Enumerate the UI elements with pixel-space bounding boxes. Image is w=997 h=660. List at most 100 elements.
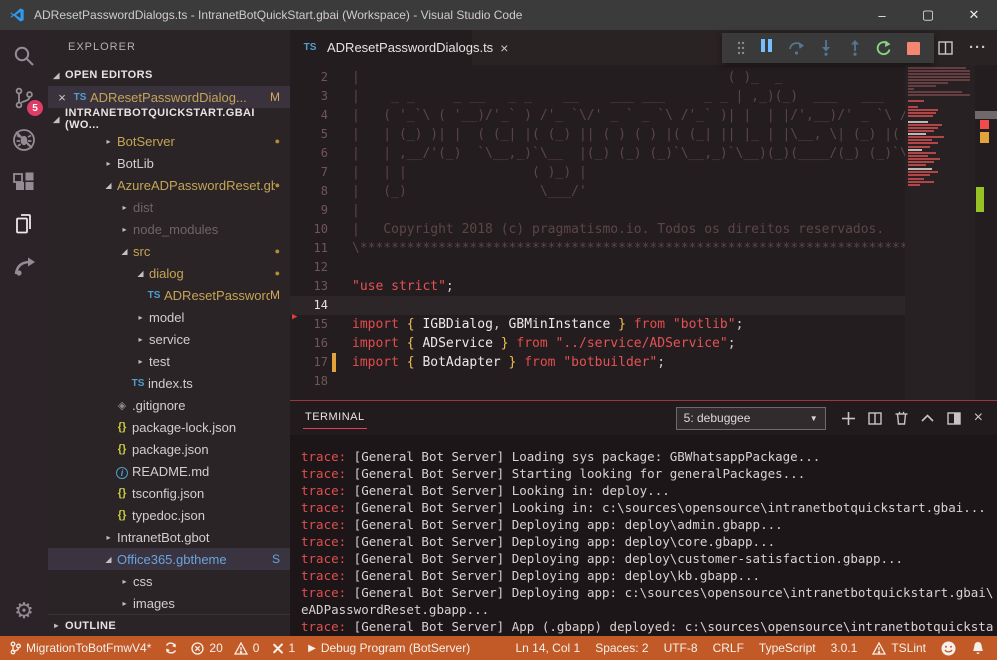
close-button[interactable]: ✕ bbox=[951, 0, 997, 30]
minimap[interactable] bbox=[905, 65, 975, 400]
open-editor-item[interactable]: × TS ADResetPasswordDialog... M bbox=[48, 86, 290, 108]
gutter[interactable] bbox=[328, 372, 352, 391]
code-line-8[interactable]: 8| (_) \___/' bbox=[290, 182, 905, 201]
language-mode[interactable]: TypeScript bbox=[759, 641, 816, 655]
gutter[interactable] bbox=[328, 239, 352, 258]
tasks-item[interactable]: 1 bbox=[272, 641, 295, 655]
tree-item-node-modules[interactable]: ▸node_modules bbox=[48, 218, 290, 240]
minimize-button[interactable]: – bbox=[859, 0, 905, 30]
git-branch-item[interactable]: MigrationToBotFmwV4* bbox=[10, 641, 151, 655]
curved-arrow-icon[interactable] bbox=[0, 245, 48, 287]
maximize-button[interactable]: ▢ bbox=[905, 0, 951, 30]
problems-item[interactable]: 20 0 bbox=[191, 641, 259, 655]
gutter[interactable] bbox=[328, 296, 352, 315]
gutter[interactable] bbox=[328, 220, 352, 239]
step-over-icon[interactable] bbox=[788, 40, 805, 56]
outline-header[interactable]: ▸ OUTLINE bbox=[48, 614, 290, 636]
gutter[interactable] bbox=[328, 182, 352, 201]
gutter[interactable] bbox=[328, 201, 352, 220]
encoding[interactable]: UTF-8 bbox=[664, 641, 698, 655]
code-line-12[interactable]: 12 bbox=[290, 258, 905, 277]
maximize-panel-icon[interactable] bbox=[921, 414, 934, 422]
more-actions-icon[interactable]: ··· bbox=[969, 39, 987, 56]
code-line-3[interactable]: 3| _ _ _ __ _ _ __ ___ ___ _ _ | ,_)(_) … bbox=[290, 87, 905, 106]
gutter[interactable] bbox=[328, 106, 352, 125]
tree-item-test[interactable]: ▸test bbox=[48, 350, 290, 372]
tab-close-icon[interactable]: × bbox=[500, 40, 508, 56]
gutter[interactable] bbox=[328, 353, 352, 372]
gutter[interactable] bbox=[328, 334, 352, 353]
code-line-14[interactable]: 14 bbox=[290, 296, 905, 315]
tree-item-css[interactable]: ▸css bbox=[48, 570, 290, 592]
tree-item-readme-md[interactable]: iREADME.md bbox=[48, 460, 290, 482]
workspace-header[interactable]: ◢ INTRANETBOTQUICKSTART.GBAI (WO... bbox=[48, 108, 290, 130]
gutter[interactable] bbox=[328, 258, 352, 277]
tab-adresetpassworddialogs[interactable]: TS ADResetPasswordDialogs.ts × bbox=[290, 30, 472, 65]
code-line-10[interactable]: 10| Copyright 2018 (c) pragmatismo.io. T… bbox=[290, 220, 905, 239]
tree-item-botlib[interactable]: ▸BotLib bbox=[48, 152, 290, 174]
terminal-select[interactable]: 5: debuggee ▼ bbox=[676, 407, 826, 430]
tree-item-tsconfig-json[interactable]: {}tsconfig.json bbox=[48, 482, 290, 504]
cursor-position[interactable]: Ln 14, Col 1 bbox=[515, 641, 580, 655]
eol-sequence[interactable]: CRLF bbox=[713, 641, 744, 655]
code-line-18[interactable]: 18 bbox=[290, 372, 905, 391]
tree-item-index-ts[interactable]: TSindex.ts bbox=[48, 372, 290, 394]
gutter[interactable] bbox=[328, 315, 352, 334]
code-line-15[interactable]: 15▶import { IGBDialog, GBMinInstance } f… bbox=[290, 315, 905, 334]
code-line-4[interactable]: 4| ( '_`\ ( '__)/'_` ) /'_ `\/' _ ` _ `\… bbox=[290, 106, 905, 125]
code-line-7[interactable]: 7| | | ( )_) | bbox=[290, 163, 905, 182]
code-line-17[interactable]: 17import { BotAdapter } from "botbuilder… bbox=[290, 353, 905, 372]
explorer-files-icon[interactable] bbox=[0, 203, 48, 245]
code-line-5[interactable]: 5| | (_) )| | ( (_| |( (_) || ( ) ( ) |(… bbox=[290, 125, 905, 144]
gutter[interactable] bbox=[328, 87, 352, 106]
tslint-item[interactable]: TSLint bbox=[872, 641, 926, 655]
gutter[interactable] bbox=[328, 125, 352, 144]
code-line-2[interactable]: 2| ( )_ _ bbox=[290, 68, 905, 87]
stop-icon[interactable] bbox=[907, 42, 920, 55]
tree-item-botserver[interactable]: ▸BotServer● bbox=[48, 130, 290, 152]
terminal-output[interactable]: trace: [General Bot Server] Loading sys … bbox=[301, 448, 993, 634]
restart-icon[interactable] bbox=[876, 40, 892, 56]
tree-item-typedoc-json[interactable]: {}typedoc.json bbox=[48, 504, 290, 526]
close-editor-icon[interactable]: × bbox=[54, 90, 70, 105]
panel-position-icon[interactable] bbox=[947, 412, 961, 425]
indentation[interactable]: Spaces: 2 bbox=[595, 641, 648, 655]
split-terminal-icon[interactable] bbox=[868, 412, 882, 425]
pause-icon[interactable] bbox=[759, 39, 773, 57]
source-control-icon[interactable]: 5 bbox=[0, 77, 48, 119]
kill-terminal-icon[interactable] bbox=[895, 411, 908, 425]
tree-item-model[interactable]: ▸model bbox=[48, 306, 290, 328]
code-line-13[interactable]: 13"use strict"; bbox=[290, 277, 905, 296]
tree-item-dialog[interactable]: ◢dialog● bbox=[48, 262, 290, 284]
toolbar-drag-handle[interactable] bbox=[737, 41, 745, 55]
scrollbar-slider[interactable] bbox=[975, 111, 997, 119]
code-line-11[interactable]: 11\*************************************… bbox=[290, 239, 905, 258]
tree-item-azureadpasswordreset-gba[interactable]: ◢AzureADPasswordReset.gba...● bbox=[48, 174, 290, 196]
tree-item-images[interactable]: ▸images bbox=[48, 592, 290, 614]
code-line-6[interactable]: 6| | ,__/'(_) `\__,_)`\__ |(_) (_) (_)`\… bbox=[290, 144, 905, 163]
debug-status-item[interactable]: ▶ Debug Program (BotServer) bbox=[308, 641, 470, 655]
step-out-icon[interactable] bbox=[848, 40, 862, 56]
close-panel-icon[interactable]: × bbox=[974, 409, 983, 427]
debug-icon[interactable] bbox=[0, 119, 48, 161]
tree-item-package-json[interactable]: {}package.json bbox=[48, 438, 290, 460]
code-line-16[interactable]: 16import { ADService } from "../service/… bbox=[290, 334, 905, 353]
gutter[interactable] bbox=[328, 163, 352, 182]
tree-item-src[interactable]: ◢src● bbox=[48, 240, 290, 262]
code-line-9[interactable]: 9| bbox=[290, 201, 905, 220]
step-into-icon[interactable] bbox=[819, 40, 833, 56]
terminal-tab[interactable]: TERMINAL bbox=[303, 407, 367, 429]
gutter[interactable] bbox=[328, 144, 352, 163]
search-icon[interactable] bbox=[0, 35, 48, 77]
tree-item-adresetpassworddial[interactable]: TSADResetPasswordDial...M bbox=[48, 284, 290, 306]
sync-item[interactable] bbox=[164, 641, 178, 655]
new-terminal-icon[interactable] bbox=[842, 412, 855, 425]
tree-item-office365-gbtheme[interactable]: ◢Office365.gbthemeS bbox=[48, 548, 290, 570]
split-editor-icon[interactable] bbox=[938, 41, 953, 55]
gutter[interactable] bbox=[328, 277, 352, 296]
settings-gear-icon[interactable]: ⚙ bbox=[0, 598, 48, 624]
tree-item-intranetbot-gbot[interactable]: ▸IntranetBot.gbot bbox=[48, 526, 290, 548]
tree-item-package-lock-json[interactable]: {}package-lock.json bbox=[48, 416, 290, 438]
notifications-bell-icon[interactable] bbox=[971, 641, 985, 656]
tree-item-gitignore[interactable]: ◈.gitignore bbox=[48, 394, 290, 416]
